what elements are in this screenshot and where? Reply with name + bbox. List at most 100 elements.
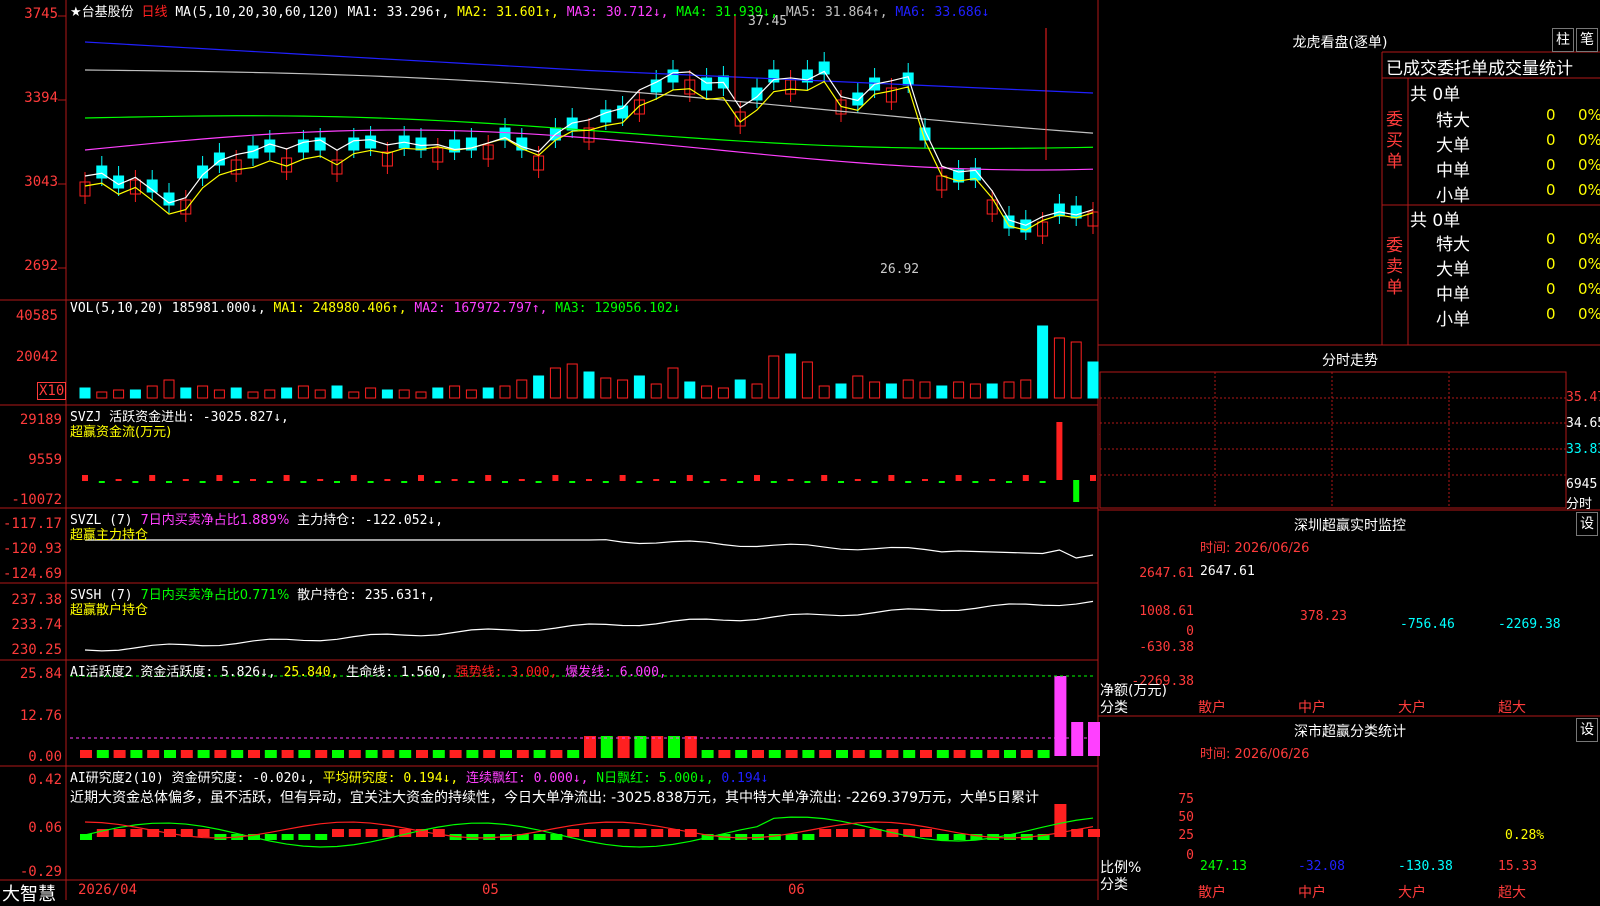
vol-bar [986,383,998,399]
dragon-title: 龙虎看盘(逐单) [1292,35,1388,51]
sz-settings-button[interactable]: 设 [1576,512,1598,536]
order-table-title: 已成交委托单成交量统计 [1386,59,1573,79]
svzj-bar [838,481,844,483]
ai1-bar [483,750,496,758]
svzj-bar [737,481,744,483]
vol-bar [398,389,410,399]
svzj-bar [334,481,340,483]
ai2-header: AI研究度2(10) 资金研究度: -0.020↓, 平均研究度: 0.194↓… [70,767,768,786]
ai1-axis-2: 12.76 [19,708,62,724]
ai1-value2: 25.840, [283,665,339,680]
svzj-axis-2: 9559 [28,452,62,468]
ai1-bar [1037,750,1050,758]
ai1-bar [600,736,613,758]
ai1-bar [567,750,580,758]
svsh-position: 散户持仓: 235.631↑, [297,588,436,603]
sz-cat-2: 大户 [1398,700,1426,716]
ss-settings-button[interactable]: 设 [1576,718,1598,742]
ai1-bar [920,750,932,758]
minute-y1: 35.47 [1566,390,1600,405]
svzj-bar [535,481,542,483]
ai1-bar [970,750,983,758]
svzj-bar [182,479,189,481]
vol-bar [650,383,662,399]
svzj-bar [418,475,424,481]
vol-ma1: MA1: 248980.406↑, [273,301,407,316]
vol-bar [869,381,881,399]
ai1-bar [197,750,210,758]
ai1-bar [130,750,143,758]
buy-type: 中单 [1436,161,1470,181]
footer-month6: 06 [788,882,805,898]
ss-val-0: 247.13 [1200,859,1247,874]
svzl-line [85,539,1094,559]
ai1-bar [684,736,697,758]
ai2-bar [936,834,949,840]
ai1-bar [768,750,781,758]
vol-bar [1020,379,1032,399]
ai1-bar [147,750,160,758]
svzj-bar [888,475,895,481]
sz-y3: 0 [1186,624,1194,639]
kline-chart[interactable] [0,0,1100,900]
vol-unit: X10 [37,382,67,400]
ai2-axis-1: 0.42 [28,772,62,788]
svzj-bar [149,475,156,481]
ss-y1: 75 [1178,792,1194,807]
vol-bar [314,389,326,399]
buy-pct: 0% [1578,156,1600,174]
ai1-strong: 强势线: 3.000, [455,665,558,680]
vol-bar [1053,337,1065,399]
ai2-bar [264,834,277,840]
ai1-lifeline: 生命线: 1.560, [346,665,448,680]
vol-bar [684,381,696,399]
ai1-bar [852,750,865,758]
sz-val-2: -756.46 [1400,617,1455,632]
sell-type: 中单 [1436,285,1470,305]
ma6-value: MA6: 33.686↓ [895,5,990,20]
ss-cat-1: 中户 [1298,885,1326,901]
ai2-bar [600,829,613,837]
ai2-bar [802,834,815,840]
buy-count: 0 [1546,131,1556,149]
buy-type: 大单 [1436,136,1470,156]
ss-cat-2: 大户 [1398,885,1426,901]
svsh-axis-3: 230.25 [11,642,62,658]
svzj-bar [552,475,559,481]
buy-type: 特大 [1436,111,1470,131]
stock-name[interactable]: ★台基股份 [70,5,134,20]
buy-row: 特大 0 0% [1436,106,1600,131]
ss-title: 深市超赢分类统计 [1294,724,1406,740]
svzj-bar [266,481,273,483]
svzj-bar [754,475,760,481]
ai2-avg: 平均研究度: 0.194↓, [322,771,459,786]
ai1-bar [651,736,664,758]
vol-bar [281,387,293,399]
sz-y2: 1008.61 [1139,604,1194,619]
sz-cat-3: 超大 [1498,700,1526,716]
svzj-bar [350,475,357,481]
vol-value: 185981.000↓, [171,301,266,316]
ai1-header: AI活跃度2 资金活跃度: 5.826↓, 25.840, 生命线: 1.560… [70,661,667,680]
ai1-bar [819,750,832,758]
sell-pct: 0% [1578,305,1600,323]
vol-bar [79,387,91,399]
vol-bar [919,381,931,399]
sell-type: 特大 [1436,235,1470,255]
svzj-bar [804,481,811,483]
sz-cat-0: 散户 [1198,700,1226,716]
candle [701,77,713,91]
bar-mode-button[interactable]: 柱 [1552,28,1574,52]
svzj-bar [367,481,374,483]
ai1-bar [668,736,680,758]
svzj-bar [1022,475,1029,481]
ai1-bar [399,750,412,758]
ma2-value: MA2: 31.601↑, [457,5,559,20]
period-label[interactable]: 日线 [141,5,167,20]
svzj-bar [283,475,290,481]
vol-bar [1037,325,1049,399]
candle [1053,203,1065,217]
buy-total: 共 0单 [1410,85,1461,105]
pen-mode-button[interactable]: 笔 [1576,28,1598,52]
vol-bar [482,387,494,399]
